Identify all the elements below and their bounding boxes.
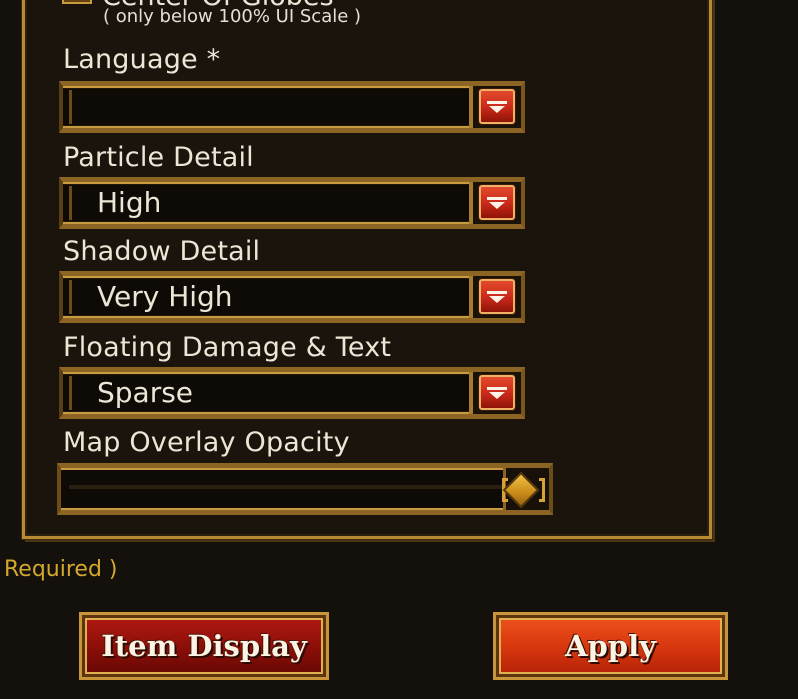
floating-damage-dropdown[interactable]: Sparse xyxy=(59,367,525,419)
language-label: Language * xyxy=(63,44,221,75)
floating-damage-label: Floating Damage & Text xyxy=(63,332,392,363)
map-overlay-opacity-slider[interactable] xyxy=(57,463,553,515)
apply-button[interactable]: Apply xyxy=(493,612,728,680)
language-dropdown[interactable] xyxy=(59,81,525,133)
chevron-down-icon xyxy=(487,290,507,303)
chevron-down-icon xyxy=(487,196,507,209)
slider-handle-bracket-right xyxy=(539,478,545,502)
floating-damage-dropdown-field[interactable]: Sparse xyxy=(59,367,471,419)
center-of-globes-checkbox[interactable] xyxy=(62,0,92,4)
slider-track[interactable] xyxy=(69,485,541,489)
shadow-detail-dropdown-value: Very High xyxy=(97,280,233,313)
language-dropdown-field[interactable] xyxy=(59,81,471,133)
chevron-down-icon xyxy=(487,386,507,399)
map-overlay-opacity-label: Map Overlay Opacity xyxy=(63,427,350,458)
item-display-button[interactable]: Item Display xyxy=(79,612,329,680)
floating-damage-dropdown-button[interactable] xyxy=(479,375,515,410)
shadow-detail-dropdown-field[interactable]: Very High xyxy=(59,271,471,323)
floating-damage-dropdown-cap xyxy=(469,367,525,419)
particle-detail-dropdown-field[interactable]: High xyxy=(59,177,471,229)
shadow-detail-dropdown-cap xyxy=(469,271,525,323)
particle-detail-dropdown-button[interactable] xyxy=(479,185,515,220)
required-note: Required ) xyxy=(4,557,118,582)
particle-detail-dropdown-cap xyxy=(469,177,525,229)
particle-detail-label: Particle Detail xyxy=(63,142,254,173)
ui-scale-note: ( only below 100% UI Scale ) xyxy=(103,6,362,27)
language-dropdown-button[interactable] xyxy=(479,89,515,124)
shadow-detail-dropdown[interactable]: Very High xyxy=(59,271,525,323)
language-dropdown-cap xyxy=(469,81,525,133)
shadow-detail-dropdown-button[interactable] xyxy=(479,279,515,314)
particle-detail-dropdown-value: High xyxy=(97,186,162,219)
shadow-detail-label: Shadow Detail xyxy=(63,236,261,267)
floating-damage-dropdown-value: Sparse xyxy=(97,376,194,409)
chevron-down-icon xyxy=(487,100,507,113)
particle-detail-dropdown[interactable]: High xyxy=(59,177,525,229)
